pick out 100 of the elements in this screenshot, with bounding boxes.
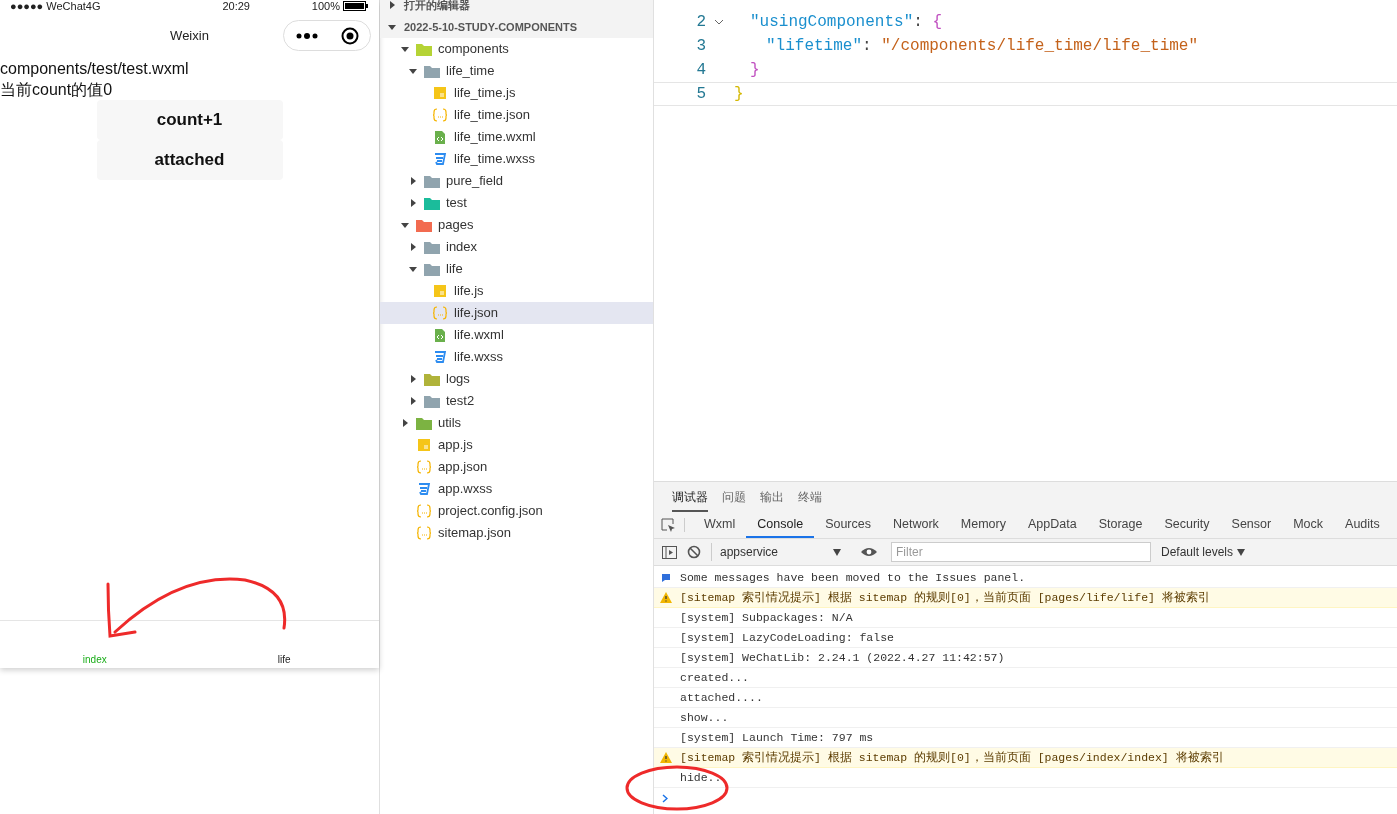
tree-item[interactable]: life_time.wxss <box>380 148 653 170</box>
tree-item[interactable]: logs <box>380 368 653 390</box>
tree-item[interactable]: life <box>380 258 653 280</box>
tree-item[interactable]: project.config.json <box>380 500 653 522</box>
css-file-icon <box>433 152 447 166</box>
close-icon <box>340 26 359 45</box>
warning-icon <box>660 752 672 763</box>
prompt-icon[interactable] <box>662 793 668 803</box>
devtools-tab[interactable]: Memory <box>949 512 1017 538</box>
devtools-tab[interactable]: Storage <box>1087 512 1154 538</box>
message-icon <box>661 572 671 583</box>
caret-icon <box>409 375 417 383</box>
line-number: 3 <box>695 36 706 57</box>
file-name: test2 <box>446 392 475 411</box>
tree-item[interactable]: test <box>380 192 653 214</box>
console-message: [system] LazyCodeLoading: false <box>680 629 894 646</box>
devtools-tab[interactable]: AppData <box>1017 512 1088 538</box>
tab-bar-item[interactable]: life <box>189 621 379 668</box>
file-name: utils <box>438 414 462 433</box>
panel-tab[interactable]: 终端 <box>798 488 822 512</box>
caret-icon <box>409 265 417 273</box>
line-number: 5 <box>695 84 706 105</box>
tree-item[interactable]: life.wxml <box>380 324 653 346</box>
context-select[interactable]: appservice <box>711 543 845 561</box>
tree-item[interactable]: utils <box>380 412 653 434</box>
wxml-file-icon <box>434 327 446 343</box>
tree-item[interactable]: app.json <box>380 456 653 478</box>
devtools-tab[interactable]: Network <box>882 512 950 538</box>
explorer-section[interactable]: 打开的编辑器 <box>380 0 653 16</box>
file-name: pure_field <box>446 172 504 191</box>
panel-tab[interactable]: 问题 <box>722 488 746 512</box>
nav-title: Weixin <box>170 27 209 46</box>
code-text: "usingComponents": { <box>749 12 943 33</box>
levels-dropdown[interactable]: Default levels <box>1161 543 1246 561</box>
tree-item[interactable]: index <box>380 236 653 258</box>
tree-item[interactable]: life_time.json <box>380 104 653 126</box>
file-name: life_time.json <box>454 106 530 125</box>
console-message: [sitemap 索引情况提示] 根据 sitemap 的规则[0]，当前页面 [pages/life/life] 将被索引 <box>680 589 1210 606</box>
devtools-tab[interactable]: Wxml <box>693 512 747 538</box>
js-file-icon <box>433 284 447 298</box>
tree-item[interactable]: life_time.js <box>380 82 653 104</box>
caret-icon <box>401 45 409 53</box>
tree-item[interactable]: test2 <box>380 390 653 412</box>
caret-icon <box>409 67 417 75</box>
tree-item[interactable]: life.wxss <box>380 346 653 368</box>
tree-item[interactable]: app.js <box>380 434 653 456</box>
dropdown-caret-icon <box>833 548 841 556</box>
console-message: show... <box>680 709 729 726</box>
inspect-icon[interactable] <box>660 517 676 533</box>
battery-text: 100% <box>311 0 340 14</box>
js-file-icon <box>417 438 431 452</box>
console-message: [system] Subpackages: N/A <box>680 609 853 626</box>
code-text: } <box>733 84 744 105</box>
caret-icon <box>401 419 409 427</box>
tree-item[interactable]: life_time.wxml <box>380 126 653 148</box>
devtools-tab[interactable]: Sensor <box>1220 512 1283 538</box>
dropdown-caret-icon <box>1237 548 1246 556</box>
warning-icon <box>660 592 672 603</box>
file-name: life_time.wxss <box>454 150 535 169</box>
code-text: } <box>749 60 760 81</box>
page-text: components/test/test.wxml <box>0 59 190 79</box>
braces-icon <box>432 108 448 122</box>
eye-icon[interactable] <box>861 547 877 557</box>
console-message: attached.... <box>680 689 763 706</box>
file-name: life_time.wxml <box>454 128 536 147</box>
css-file-icon <box>433 350 447 364</box>
tree-item[interactable]: life_time <box>380 60 653 82</box>
file-name: project.config.json <box>438 502 543 521</box>
panel-tab[interactable]: 输出 <box>760 488 784 512</box>
tree-item[interactable]: life.js <box>380 280 653 302</box>
file-name: life_time <box>446 62 495 81</box>
file-name: pages <box>438 216 474 235</box>
devtools-tab[interactable]: Mock <box>1282 512 1335 538</box>
tree-item[interactable]: app.wxss <box>380 478 653 500</box>
console-message: created... <box>680 669 749 686</box>
line-number: 2 <box>695 12 706 33</box>
file-name: components <box>438 40 509 59</box>
devtools-tab[interactable]: Sources <box>814 512 882 538</box>
page-button[interactable]: count+1 <box>96 100 283 140</box>
caret-icon <box>409 243 417 251</box>
tree-item[interactable]: sitemap.json <box>380 522 653 544</box>
tree-item[interactable]: components <box>380 38 653 60</box>
sidebar-toggle-icon[interactable] <box>662 545 677 559</box>
file-name: life <box>446 260 463 279</box>
tree-item[interactable]: pure_field <box>380 170 653 192</box>
clock-text: 20:29 <box>222 0 250 14</box>
caret-icon <box>409 177 417 185</box>
braces-icon <box>416 504 432 518</box>
file-name: life.wxml <box>454 326 504 345</box>
file-name: index <box>446 238 478 257</box>
file-name: life.wxss <box>454 348 504 367</box>
devtools-tab[interactable]: Security <box>1153 512 1221 538</box>
tree-item[interactable]: life.json <box>380 302 653 324</box>
page-button[interactable]: attached <box>96 140 283 180</box>
tree-item[interactable]: pages <box>380 214 653 236</box>
explorer-section[interactable]: 2022-5-10-STUDY-COMPONENTS <box>380 16 653 38</box>
console-message: [system] WeChatLib: 2.24.1 (2022.4.27 11:42:57) <box>680 649 1005 666</box>
devtools-tab[interactable]: Audits <box>1334 512 1391 538</box>
clear-icon[interactable] <box>687 545 701 559</box>
filter-field[interactable]: Filter <box>891 542 1151 562</box>
